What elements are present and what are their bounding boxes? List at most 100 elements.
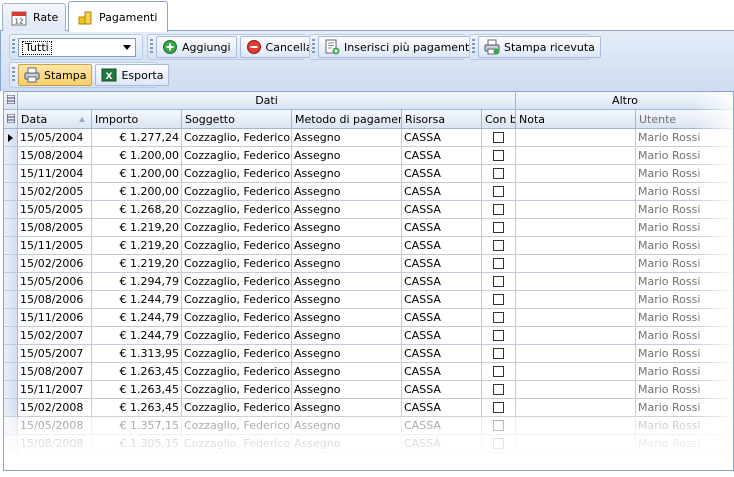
toolbar-grip[interactable] [150, 39, 153, 55]
cell-nota[interactable] [516, 309, 636, 327]
cell-soggetto[interactable]: Cozzaglio, Federico [182, 183, 292, 201]
cell-data[interactable]: 15/02/2007 [18, 327, 92, 345]
toolbar-grip[interactable] [312, 39, 315, 55]
band-altro[interactable]: Altro [516, 92, 733, 110]
checkbox[interactable] [493, 204, 504, 215]
cell-data[interactable]: 15/08/2005 [18, 219, 92, 237]
cell-importo[interactable]: € 1.263,45 [92, 399, 182, 417]
row-indicator[interactable] [4, 147, 18, 165]
filter-select[interactable]: Tutti [18, 37, 136, 57]
table-row[interactable]: 15/02/2005 € 1.200,00 Cozzaglio, Federico A… [4, 183, 733, 201]
row-indicator[interactable] [4, 327, 18, 345]
cell-utente[interactable]: Mario Rossi [636, 165, 733, 183]
checkbox[interactable] [493, 132, 504, 143]
cell-importo[interactable]: € 1.244,79 [92, 291, 182, 309]
column-header-soggetto[interactable]: Soggetto [182, 110, 292, 129]
band-corner[interactable] [4, 92, 18, 110]
cell-importo[interactable]: € 1.219,20 [92, 237, 182, 255]
cell-utente[interactable]: Mario Rossi [636, 183, 733, 201]
print-button[interactable]: Stampa [18, 64, 93, 86]
cell-nota[interactable] [516, 399, 636, 417]
checkbox[interactable] [493, 258, 504, 269]
add-button[interactable]: Aggiungi [156, 36, 237, 58]
cell-soggetto[interactable]: Cozzaglio, Federico [182, 147, 292, 165]
cell-metodo[interactable]: Assegno [292, 129, 402, 147]
cell-risorsa[interactable]: CASSA [402, 417, 482, 435]
column-header-nota[interactable]: Nota [516, 110, 636, 129]
cell-importo[interactable]: € 1.313,95 [92, 345, 182, 363]
cell-importo[interactable]: € 1.200,00 [92, 183, 182, 201]
row-indicator[interactable] [4, 273, 18, 291]
cell-metodo[interactable]: Assegno [292, 363, 402, 381]
cell-metodo[interactable]: Assegno [292, 435, 402, 453]
cell-soggetto[interactable]: Cozzaglio, Federico [182, 219, 292, 237]
band-dati[interactable]: Dati [18, 92, 516, 110]
cell-soggetto[interactable]: Cozzaglio, Federico [182, 237, 292, 255]
cell-utente[interactable]: Mario Rossi [636, 237, 733, 255]
row-indicator[interactable] [4, 237, 18, 255]
cell-data[interactable]: 15/05/2008 [18, 417, 92, 435]
checkbox[interactable] [493, 438, 504, 449]
cell-metodo[interactable]: Assegno [292, 165, 402, 183]
row-indicator[interactable] [4, 219, 18, 237]
table-row[interactable]: 15/11/2006 € 1.244,79 Cozzaglio, Federico A… [4, 309, 733, 327]
cell-utente[interactable]: Mario Rossi [636, 147, 733, 165]
cell-metodo[interactable]: Assegno [292, 273, 402, 291]
cell-importo[interactable]: € 1.305,15 [92, 435, 182, 453]
checkbox[interactable] [493, 168, 504, 179]
row-indicator[interactable] [4, 201, 18, 219]
cell-utente[interactable]: Mario Rossi [636, 291, 733, 309]
cell-data[interactable]: 15/02/2005 [18, 183, 92, 201]
cell-soggetto[interactable]: Cozzaglio, Federico [182, 417, 292, 435]
cell-data[interactable]: 15/05/2006 [18, 273, 92, 291]
cell-nota[interactable] [516, 273, 636, 291]
cell-nota[interactable] [516, 327, 636, 345]
cell-nota[interactable] [516, 165, 636, 183]
cell-risorsa[interactable]: CASSA [402, 273, 482, 291]
cell-risorsa[interactable]: CASSA [402, 165, 482, 183]
cell-utente[interactable]: Mario Rossi [636, 201, 733, 219]
cell-soggetto[interactable]: Cozzaglio, Federico [182, 309, 292, 327]
delete-button[interactable]: Cancella [239, 36, 319, 58]
checkbox[interactable] [493, 276, 504, 287]
toolbar-grip[interactable] [12, 39, 15, 55]
table-row[interactable]: 15/11/2007 € 1.263,45 Cozzaglio, Federico A… [4, 381, 733, 399]
cell-metodo[interactable]: Assegno [292, 201, 402, 219]
row-indicator[interactable] [4, 417, 18, 435]
row-indicator[interactable] [4, 309, 18, 327]
checkbox[interactable] [493, 186, 504, 197]
table-row[interactable]: 15/08/2005 € 1.219,20 Cozzaglio, Federico A… [4, 219, 733, 237]
cell-utente[interactable]: Mario Rossi [636, 435, 733, 453]
cell-importo[interactable]: € 1.294,79 [92, 273, 182, 291]
column-header-data[interactable]: Data [18, 110, 92, 129]
cell-soggetto[interactable]: Cozzaglio, Federico [182, 291, 292, 309]
print-receipt-button[interactable]: Stampa ricevuta [478, 36, 601, 58]
checkbox[interactable] [493, 240, 504, 251]
row-indicator[interactable] [4, 435, 18, 453]
cell-metodo[interactable]: Assegno [292, 309, 402, 327]
cell-nota[interactable] [516, 381, 636, 399]
cell-data[interactable]: 15/08/2007 [18, 363, 92, 381]
cell-soggetto[interactable]: Cozzaglio, Federico [182, 435, 292, 453]
cell-risorsa[interactable]: CASSA [402, 345, 482, 363]
cell-risorsa[interactable]: CASSA [402, 309, 482, 327]
cell-risorsa[interactable]: CASSA [402, 183, 482, 201]
cell-metodo[interactable]: Assegno [292, 237, 402, 255]
cell-data[interactable]: 15/05/2005 [18, 201, 92, 219]
table-row[interactable]: 15/08/2008 € 1.305,15 Cozzaglio, Federico A… [4, 435, 733, 453]
toolbar-grip[interactable] [12, 67, 15, 83]
cell-nota[interactable] [516, 219, 636, 237]
row-indicator[interactable] [4, 345, 18, 363]
cell-utente[interactable]: Mario Rossi [636, 381, 733, 399]
tab-rate[interactable]: 12 Rate [2, 3, 66, 31]
cell-risorsa[interactable]: CASSA [402, 291, 482, 309]
checkbox[interactable] [493, 294, 504, 305]
table-row[interactable]: 15/05/2005 € 1.268,20 Cozzaglio, Federico A… [4, 201, 733, 219]
cell-importo[interactable]: € 1.263,45 [92, 381, 182, 399]
cell-metodo[interactable]: Assegno [292, 345, 402, 363]
table-row[interactable]: 15/02/2008 € 1.263,45 Cozzaglio, Federico A… [4, 399, 733, 417]
cell-utente[interactable]: Mario Rossi [636, 219, 733, 237]
cell-data[interactable]: 15/02/2006 [18, 255, 92, 273]
cell-soggetto[interactable]: Cozzaglio, Federico [182, 273, 292, 291]
cell-data[interactable]: 15/11/2004 [18, 165, 92, 183]
